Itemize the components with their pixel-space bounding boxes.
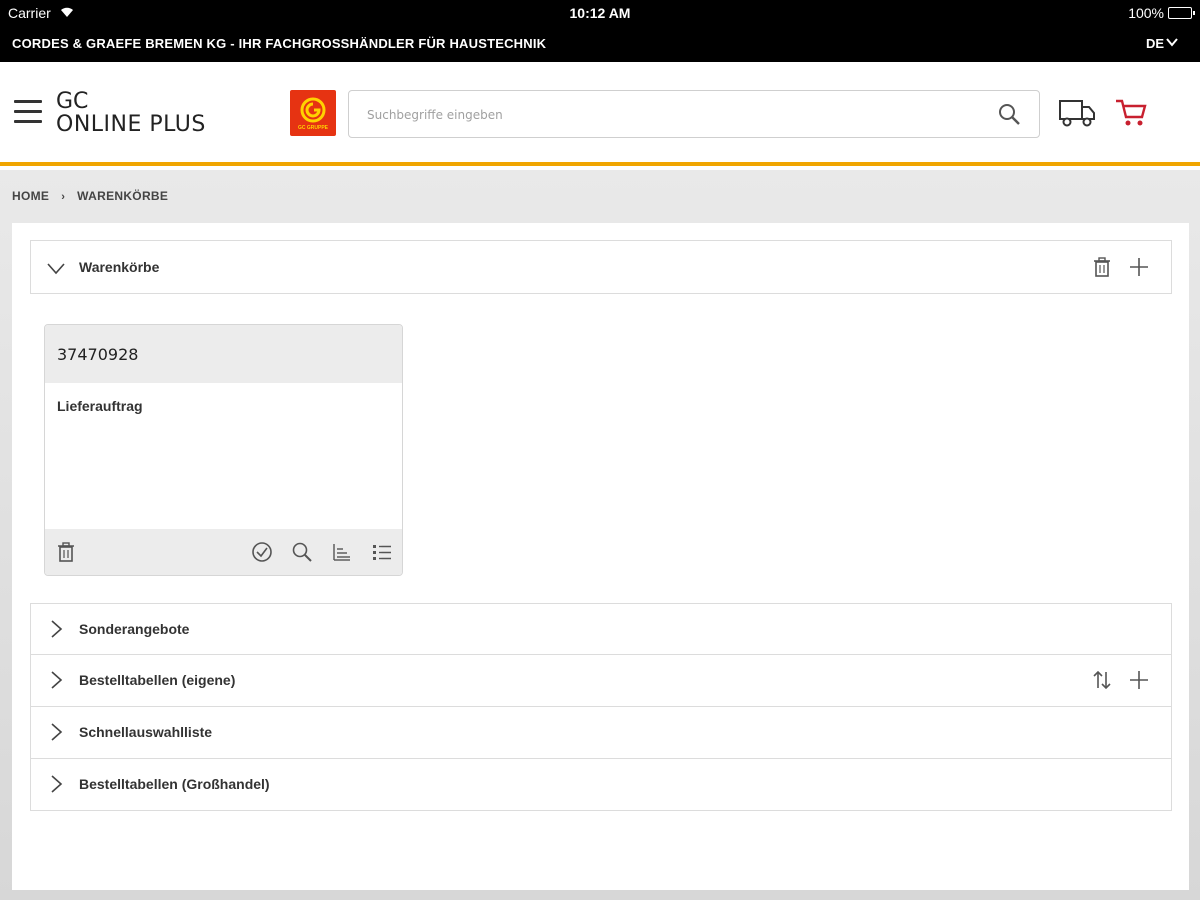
brand-title[interactable]: GC ONLINE PLUS (56, 90, 206, 136)
shopping-cart-icon[interactable] (1114, 97, 1148, 129)
trash-icon[interactable] (55, 541, 77, 563)
gc-gruppe-logo[interactable]: GC GRUPPE (290, 90, 336, 136)
brand-line-2: ONLINE PLUS (56, 112, 206, 137)
search-icon[interactable] (291, 541, 313, 563)
delivery-truck-icon[interactable] (1058, 97, 1096, 129)
chevron-right-icon[interactable] (47, 775, 65, 793)
clock: 10:12 AM (569, 5, 631, 21)
accordion-sonderangebote[interactable]: Sonderangebote (30, 603, 1172, 655)
add-icon[interactable] (1128, 669, 1150, 691)
search-box (348, 90, 1040, 138)
company-bar: CORDES & GRAEFE BREMEN KG - IHR FACHGROS… (0, 26, 1200, 62)
cart-card-toolbar (45, 529, 402, 575)
site-header: GC ONLINE PLUS GC GRUPPE (0, 62, 1200, 166)
accordion-label: Sonderangebote (79, 621, 190, 637)
breadcrumb-current: WARENKÖRBE (77, 189, 169, 203)
ios-status-bar: Carrier 10:12 AM 100% (0, 0, 1200, 26)
accordion-label: Bestelltabellen (Großhandel) (79, 776, 270, 792)
breadcrumb-home[interactable]: HOME (12, 189, 49, 203)
chevron-down-icon[interactable] (1166, 37, 1178, 47)
company-name: CORDES & GRAEFE BREMEN KG - IHR FACHGROS… (12, 36, 547, 51)
accordion-label: Bestelltabellen (eigene) (79, 672, 236, 688)
cart-card[interactable]: 37470928 Lieferauftrag (44, 324, 403, 576)
add-icon[interactable] (1128, 256, 1150, 278)
chevron-right-icon[interactable] (47, 723, 65, 741)
list-icon[interactable] (371, 541, 393, 563)
accordion-schnellauswahlliste[interactable]: Schnellauswahlliste (30, 707, 1172, 759)
cart-card-header: 37470928 (45, 325, 402, 383)
search-icon[interactable] (997, 102, 1021, 126)
main-panel: Warenkörbe 37470928 Lieferauftrag Sonder… (12, 223, 1189, 890)
battery-percent: 100% (1128, 5, 1164, 21)
breadcrumb-separator-icon: › (61, 191, 66, 203)
logo-text: GC GRUPPE (297, 125, 328, 131)
cart-id: 37470928 (57, 345, 139, 364)
hamburger-menu-icon[interactable] (14, 100, 42, 124)
accordion-bestelltabellen-eigene[interactable]: Bestelltabellen (eigene) (30, 655, 1172, 707)
sort-arrows-icon[interactable] (1091, 669, 1113, 691)
search-input[interactable] (367, 104, 967, 126)
brand-line-1: GC (56, 89, 89, 114)
cart-type: Lieferauftrag (57, 398, 143, 414)
accordion-list: Sonderangebote Bestelltabellen (eigene) (30, 603, 1172, 811)
breadcrumb: HOME › WARENKÖRBE (12, 189, 168, 203)
chevron-down-icon[interactable] (47, 259, 65, 277)
gc-logo-icon (300, 97, 326, 123)
trash-icon[interactable] (1091, 256, 1113, 278)
chevron-right-icon[interactable] (47, 620, 65, 638)
language-selector[interactable]: DE (1146, 36, 1164, 51)
battery-icon (1168, 7, 1195, 19)
accordion-bestelltabellen-grosshandel[interactable]: Bestelltabellen (Großhandel) (30, 759, 1172, 811)
accordion-warenkoerbe[interactable]: Warenkörbe (30, 240, 1172, 294)
accordion-label: Schnellauswahlliste (79, 724, 213, 740)
align-lines-icon[interactable] (331, 541, 353, 563)
accordion-label: Warenkörbe (79, 259, 160, 275)
check-circle-icon[interactable] (251, 541, 273, 563)
chevron-right-icon[interactable] (47, 671, 65, 689)
